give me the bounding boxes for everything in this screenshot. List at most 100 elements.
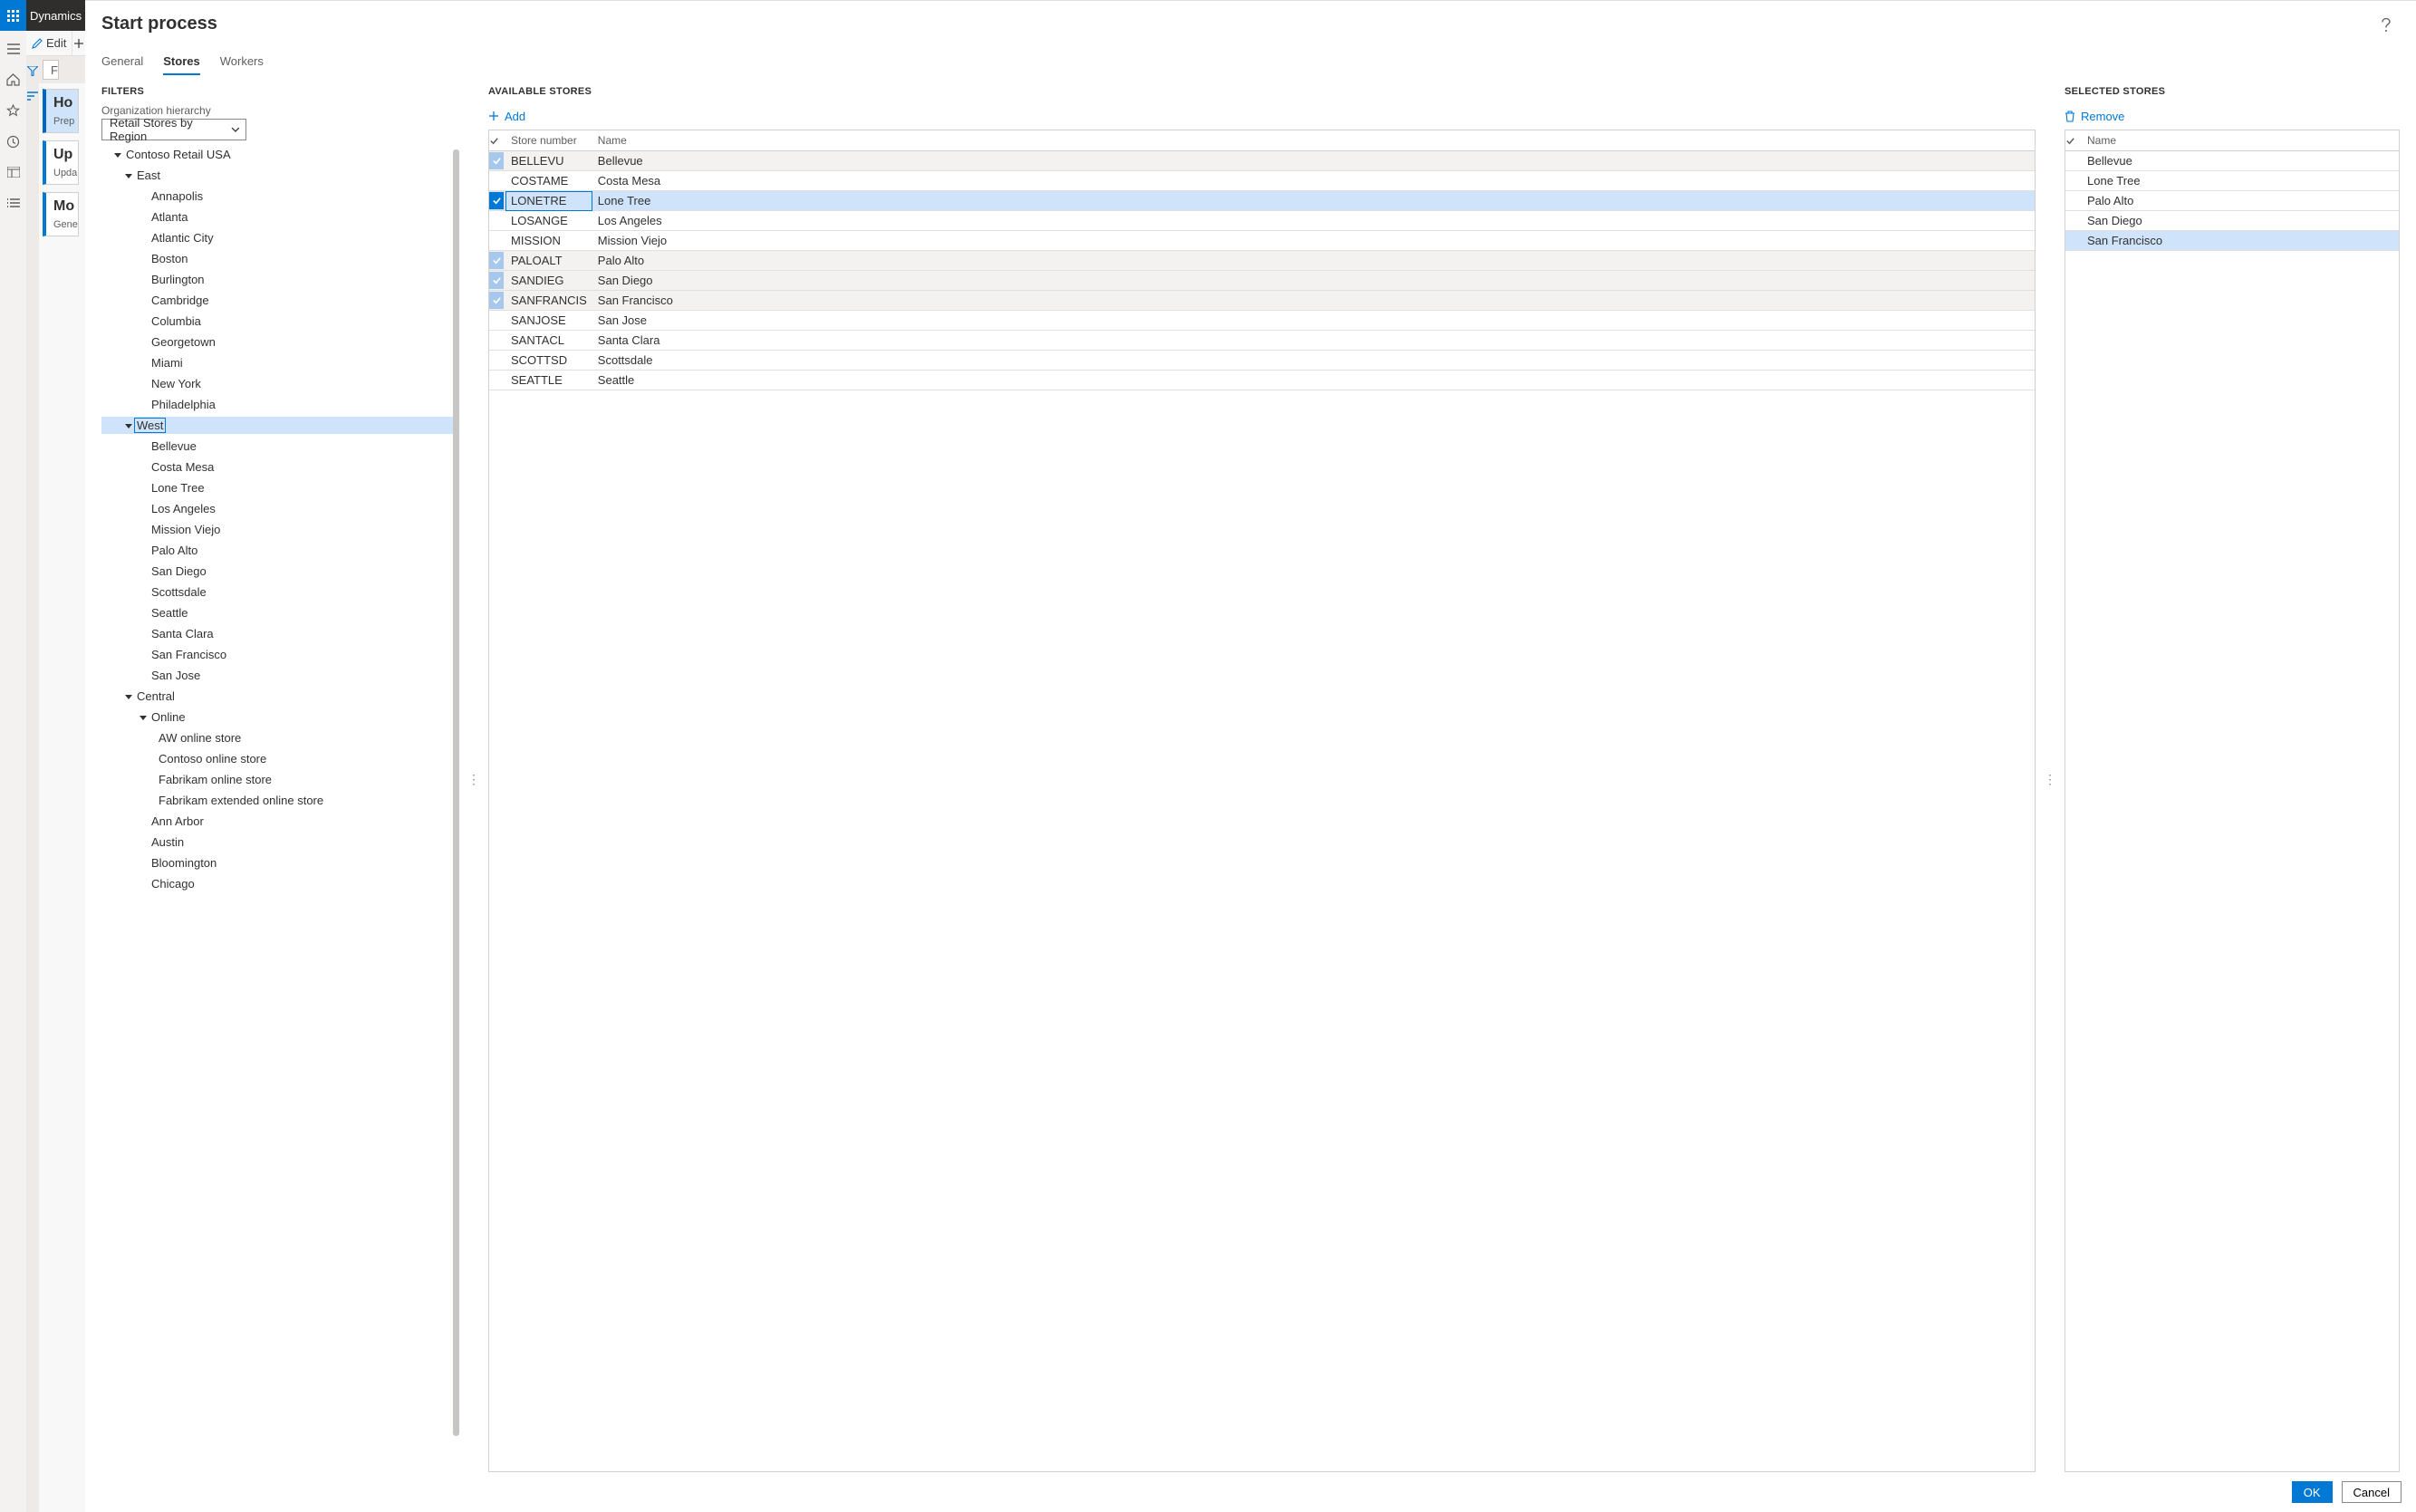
splitter-left[interactable] — [472, 86, 476, 1472]
tree-node[interactable]: San Diego — [101, 561, 459, 582]
tree-node[interactable]: San Francisco — [101, 644, 459, 665]
tree-node[interactable]: Columbia — [101, 311, 459, 332]
table-row[interactable]: PALOALTPalo Alto — [489, 251, 2035, 271]
store-number-header[interactable]: Store number — [505, 130, 592, 151]
checkbox-checked-icon[interactable] — [489, 252, 504, 269]
table-row[interactable]: SANDIEGSan Diego — [489, 271, 2035, 291]
table-row[interactable]: Lone Tree — [2065, 171, 2399, 191]
new-button[interactable] — [72, 31, 85, 55]
workspaces-button[interactable] — [0, 159, 26, 185]
tree-node[interactable]: Georgetown — [101, 332, 459, 352]
tab-general[interactable]: General — [101, 54, 143, 75]
tree-node[interactable]: Boston — [101, 248, 459, 269]
ok-button[interactable]: OK — [2292, 1481, 2333, 1503]
checkbox-checked-icon[interactable] — [489, 272, 504, 289]
checkbox[interactable] — [489, 212, 504, 229]
tree-node[interactable]: Contoso Retail USA — [101, 144, 459, 165]
tree-node[interactable]: Mission Viejo — [101, 519, 459, 540]
modules-button[interactable] — [0, 190, 26, 216]
tree-node[interactable]: Philadelphia — [101, 394, 459, 415]
select-all-header[interactable] — [489, 130, 505, 151]
tree-scrollbar[interactable] — [453, 149, 459, 1436]
tree-node[interactable]: Ann Arbor — [101, 811, 459, 832]
table-row[interactable]: SCOTTSDScottsdale — [489, 351, 2035, 371]
record-card[interactable]: MoGene — [43, 192, 79, 236]
favorites-button[interactable] — [0, 98, 26, 123]
available-grid[interactable]: Store number Name BELLEVUBellevueCOSTAME… — [488, 130, 2036, 1472]
selected-grid[interactable]: Name BellevueLone TreePalo AltoSan Diego… — [2065, 130, 2400, 1472]
remove-button[interactable]: Remove — [2065, 102, 2400, 130]
store-name-header[interactable]: Name — [592, 130, 2035, 151]
recent-button[interactable] — [0, 129, 26, 154]
tree-node[interactable]: Palo Alto — [101, 540, 459, 561]
org-hierarchy-dropdown[interactable]: Retail Stores by Region — [101, 119, 246, 140]
table-row[interactable]: COSTAMECosta Mesa — [489, 171, 2035, 191]
checkbox[interactable] — [2065, 152, 2080, 169]
tree-node[interactable]: Cambridge — [101, 290, 459, 311]
checkbox[interactable] — [2065, 232, 2080, 249]
checkbox[interactable] — [489, 312, 504, 329]
tree-node[interactable]: Bellevue — [101, 436, 459, 457]
edit-button[interactable]: Edit — [26, 36, 72, 50]
checkbox[interactable] — [489, 332, 504, 349]
tree-node[interactable]: Contoso online store — [101, 748, 459, 769]
tree-node[interactable]: Lone Tree — [101, 477, 459, 498]
select-all-header[interactable] — [2065, 130, 2082, 151]
record-card[interactable]: UpUpda — [43, 140, 79, 185]
sort-toggle[interactable] — [26, 83, 39, 109]
table-row[interactable]: SANTACLSanta Clara — [489, 331, 2035, 351]
tab-workers[interactable]: Workers — [220, 54, 264, 75]
table-row[interactable]: SANFRANCISSan Francisco — [489, 291, 2035, 311]
table-row[interactable]: San Diego — [2065, 211, 2399, 231]
table-row[interactable]: BELLEVUBellevue — [489, 151, 2035, 171]
checkbox[interactable] — [2065, 212, 2080, 229]
record-card[interactable]: HoPrep — [43, 89, 79, 133]
tree-node[interactable]: Atlanta — [101, 207, 459, 227]
filter-search[interactable]: Fi — [43, 60, 59, 80]
tree-node[interactable]: Online — [101, 707, 459, 727]
tree-node[interactable]: New York — [101, 373, 459, 394]
app-launcher-button[interactable] — [0, 0, 26, 31]
tree-node[interactable]: Central — [101, 686, 459, 707]
checkbox[interactable] — [489, 371, 504, 389]
table-row[interactable]: SANJOSESan Jose — [489, 311, 2035, 331]
tab-stores[interactable]: Stores — [163, 54, 199, 75]
help-button[interactable] — [2373, 14, 2400, 37]
tree-node[interactable]: Annapolis — [101, 186, 459, 207]
cancel-button[interactable]: Cancel — [2342, 1481, 2402, 1503]
checkbox-checked-icon[interactable] — [489, 192, 504, 209]
checkbox[interactable] — [2065, 192, 2080, 209]
tree-node[interactable]: Bloomington — [101, 852, 459, 873]
table-row[interactable]: LOSANGELos Angeles — [489, 211, 2035, 231]
org-hierarchy-tree[interactable]: Contoso Retail USAEastAnnapolisAtlantaAt… — [101, 144, 459, 1472]
tree-node[interactable]: San Jose — [101, 665, 459, 686]
table-row[interactable]: MISSIONMission Viejo — [489, 231, 2035, 251]
tree-node[interactable]: Burlington — [101, 269, 459, 290]
tree-node[interactable]: Santa Clara — [101, 623, 459, 644]
selected-name-header[interactable]: Name — [2082, 130, 2399, 151]
table-row[interactable]: LONETRELone Tree — [489, 191, 2035, 211]
checkbox-checked-icon[interactable] — [489, 152, 504, 169]
table-row[interactable]: Bellevue — [2065, 151, 2399, 171]
tree-node[interactable]: East — [101, 165, 459, 186]
tree-node[interactable]: Fabrikam online store — [101, 769, 459, 790]
checkbox[interactable] — [489, 172, 504, 189]
add-button[interactable]: Add — [488, 102, 2036, 130]
checkbox[interactable] — [2065, 172, 2080, 189]
filter-toggle[interactable] — [26, 58, 39, 83]
hamburger-button[interactable] — [0, 36, 26, 62]
table-row[interactable]: Palo Alto — [2065, 191, 2399, 211]
checkbox-checked-icon[interactable] — [489, 292, 504, 309]
tree-node[interactable]: Miami — [101, 352, 459, 373]
checkbox[interactable] — [489, 232, 504, 249]
tree-node[interactable]: Chicago — [101, 873, 459, 894]
tree-node[interactable]: West — [101, 415, 459, 436]
tree-node[interactable]: Atlantic City — [101, 227, 459, 248]
home-button[interactable] — [0, 67, 26, 92]
tree-node[interactable]: Fabrikam extended online store — [101, 790, 459, 811]
splitter-right[interactable] — [2048, 86, 2052, 1472]
tree-node[interactable]: Austin — [101, 832, 459, 852]
table-row[interactable]: SEATTLESeattle — [489, 371, 2035, 390]
tree-node[interactable]: Los Angeles — [101, 498, 459, 519]
tree-node[interactable]: AW online store — [101, 727, 459, 748]
